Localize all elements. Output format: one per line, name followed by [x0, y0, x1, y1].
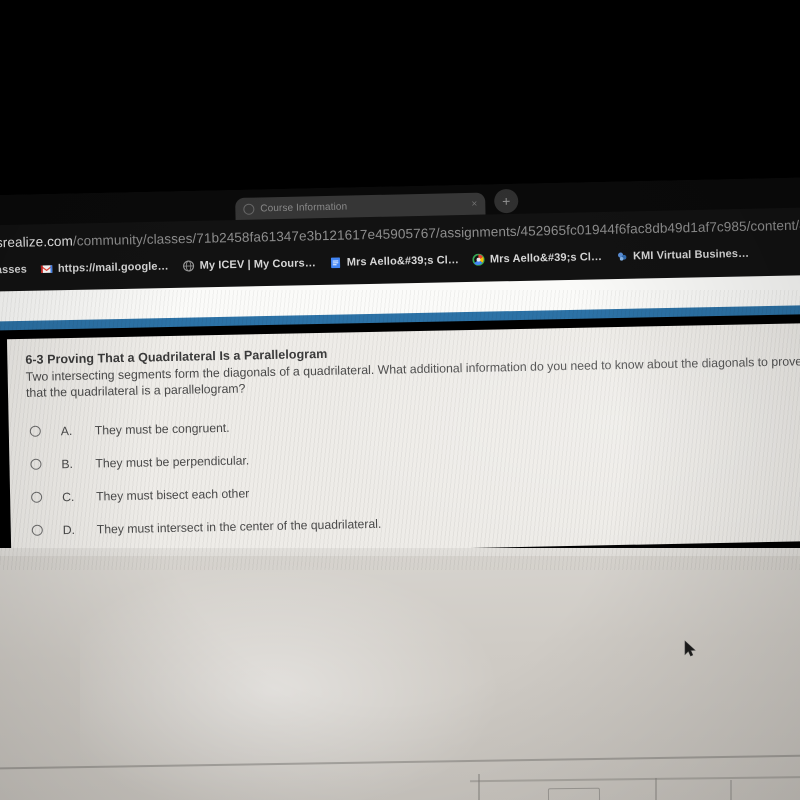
bookmark-my-icev[interactable]: My ICEV | My Cours…: [183, 257, 316, 272]
keyboard-divider: [655, 778, 657, 800]
web-page-content: 6-3 Proving That a Quadrilateral Is a Pa…: [0, 274, 800, 592]
globe-icon: [243, 203, 255, 215]
desk-surface: [0, 556, 800, 800]
tab-title: Course Information: [260, 201, 348, 214]
new-tab-button[interactable]: +: [493, 188, 519, 214]
browser-tab[interactable]: Course Information ×: [235, 192, 486, 220]
question-card: 6-3 Proving That a Quadrilateral Is a Pa…: [6, 322, 800, 558]
answer-choices: A. They must be congruent. B. They must …: [26, 399, 800, 547]
option-text: They must intersect in the center of the…: [96, 516, 382, 537]
google-classroom-icon: [472, 253, 486, 266]
close-icon[interactable]: ×: [471, 198, 477, 209]
globe-icon: [183, 260, 195, 272]
option-letter: C.: [61, 489, 75, 504]
option-letter: D.: [62, 522, 76, 537]
keyboard-key: [547, 787, 601, 800]
bookmark-label: KMI Virtual Busines…: [632, 247, 750, 263]
google-docs-icon: [331, 257, 341, 269]
radio-button[interactable]: [31, 524, 43, 536]
bookmark-kmi-virtual-business[interactable]: KMI Virtual Busines…: [616, 248, 749, 263]
keyboard-divider: [730, 780, 732, 800]
bookmark-gmail[interactable]: https://mail.google…: [41, 260, 169, 275]
option-letter: A.: [60, 423, 73, 438]
radio-button[interactable]: [30, 458, 42, 470]
gmail-icon: [41, 265, 53, 273]
mouse-cursor-icon: [684, 640, 696, 657]
bookmark-classes[interactable]: Classes: [0, 264, 27, 277]
option-text: They must be congruent.: [94, 420, 230, 438]
bookmark-label: Mrs Aello&#39;s Cl…: [489, 251, 603, 266]
photo-of-screen: Course Information × + avvasrealize.com/…: [0, 0, 800, 800]
kmi-icon: [617, 252, 626, 261]
url-host: avvasrealize.com: [0, 233, 74, 251]
bookmark-label: Mrs Aello&#39;s Cl…: [346, 254, 460, 269]
bookmark-label: https://mail.google…: [57, 260, 169, 275]
option-letter: B.: [61, 456, 74, 471]
bookmark-google-docs[interactable]: Mrs Aello&#39;s Cl…: [330, 254, 459, 269]
keyboard-divider: [478, 774, 480, 800]
bookmark-label: Classes: [0, 263, 28, 277]
bookmark-mrs-aello-class[interactable]: Mrs Aello&#39;s Cl…: [472, 251, 603, 266]
option-text: They must be perpendicular.: [95, 452, 250, 471]
option-text: They must bisect each other: [95, 485, 250, 504]
radio-button[interactable]: [29, 425, 41, 437]
radio-button[interactable]: [31, 491, 43, 503]
bookmark-label: My ICEV | My Cours…: [199, 257, 316, 272]
keyboard-line: [470, 775, 800, 782]
